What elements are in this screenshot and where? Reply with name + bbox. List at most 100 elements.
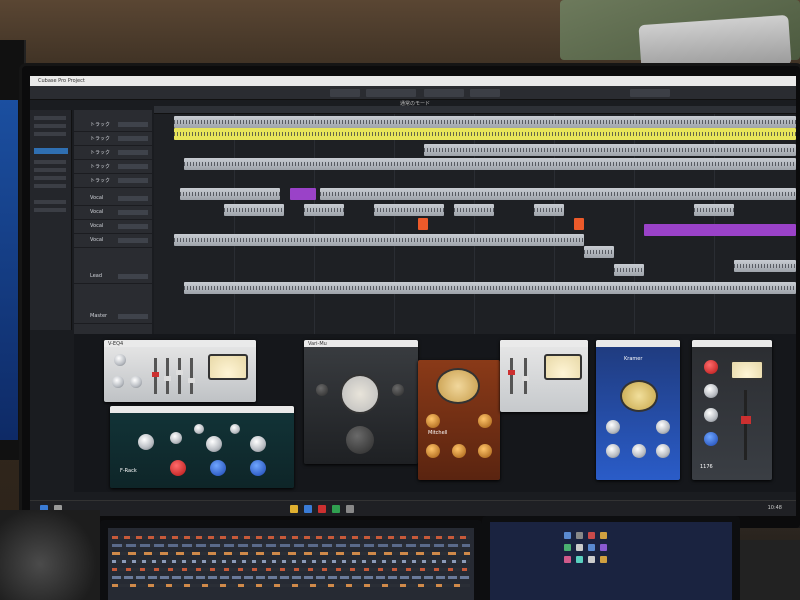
track-header[interactable]: トラック [74,174,152,188]
inspector-row[interactable] [34,160,66,164]
audio-clip[interactable] [454,204,494,216]
fader-cap[interactable] [188,378,195,383]
knob[interactable] [210,460,226,476]
knob[interactable] [704,384,718,398]
audio-clip[interactable] [614,264,644,276]
track-controls[interactable] [118,238,148,243]
plugin-window[interactable]: 1176 [692,340,772,480]
audio-clip[interactable] [320,188,796,200]
track-header[interactable]: Vocal [74,206,152,220]
track-header[interactable]: Vocal [74,220,152,234]
plugin-title-bar[interactable] [692,340,772,347]
audio-clip[interactable] [734,260,796,272]
fader-cap[interactable] [152,372,159,377]
fader[interactable] [744,390,747,460]
fader[interactable] [178,358,181,394]
knob[interactable] [250,436,266,452]
app-icon[interactable] [318,505,326,513]
toolbar-button[interactable] [630,89,670,97]
track-controls[interactable] [118,210,148,215]
knob[interactable] [392,384,404,396]
knob[interactable] [606,420,620,434]
fader-cap[interactable] [508,370,515,375]
audio-clip[interactable] [418,218,428,230]
knob[interactable] [478,414,492,428]
audio-clip[interactable] [184,158,796,170]
audio-clip[interactable] [224,204,284,216]
inspector-row[interactable] [34,176,66,180]
knob[interactable] [426,414,440,428]
app-icon[interactable] [304,505,312,513]
knob[interactable] [346,426,374,454]
knob[interactable] [656,420,670,434]
audio-clip[interactable] [290,188,316,200]
knob[interactable] [250,460,266,476]
app-icon[interactable] [564,532,571,539]
audio-clip[interactable] [180,188,280,200]
audio-clip[interactable] [534,204,564,216]
knob[interactable] [130,376,142,388]
track-header[interactable]: Lead [74,270,152,284]
track-controls[interactable] [118,164,148,169]
arrange-window[interactable] [154,114,796,340]
app-icon[interactable] [564,556,571,563]
knob[interactable] [112,376,124,388]
audio-clip[interactable] [174,128,796,140]
plugin-title-bar[interactable] [110,406,294,413]
audio-clip[interactable] [304,204,344,216]
knob[interactable] [478,444,492,458]
plugin-window[interactable]: V-EQ4 [104,340,256,402]
app-icon[interactable] [576,556,583,563]
plugin-window[interactable]: Mitchell [418,360,500,480]
app-icon[interactable] [588,532,595,539]
track-controls[interactable] [118,122,148,127]
audio-clip[interactable] [174,234,584,246]
audio-clip[interactable] [574,218,584,230]
knob[interactable] [632,444,646,458]
knob[interactable] [230,424,240,434]
knob[interactable] [704,432,718,446]
knob[interactable] [704,408,718,422]
track-header[interactable]: Vocal [74,234,152,248]
inspector-row[interactable] [34,208,66,212]
timeline-ruler[interactable] [154,106,796,114]
fader[interactable] [510,358,513,394]
app-icon[interactable] [564,544,571,551]
inspector-row[interactable] [34,200,66,204]
track-header[interactable]: トラック [74,146,152,160]
fader-cap[interactable] [176,370,183,375]
plugin-title-bar[interactable] [596,340,680,347]
app-icon[interactable] [600,544,607,551]
app-icon[interactable] [346,505,354,513]
knob[interactable] [194,424,204,434]
fader[interactable] [190,358,193,394]
inspector-row[interactable] [34,116,66,120]
app-icon[interactable] [576,532,583,539]
track-controls[interactable] [118,136,148,141]
track-controls[interactable] [118,274,148,279]
app-icon[interactable] [576,544,583,551]
knob[interactable] [606,444,620,458]
knob[interactable] [206,436,222,452]
plugin-window[interactable]: Vari-Mu [304,340,418,464]
plugin-title-bar[interactable] [500,340,588,347]
knob[interactable] [170,432,182,444]
audio-clip[interactable] [584,246,614,258]
track-header[interactable]: トラック [74,118,152,132]
track-controls[interactable] [118,178,148,183]
knob[interactable] [426,444,440,458]
knob[interactable] [114,354,126,366]
knob[interactable] [704,360,718,374]
audio-clip[interactable] [374,204,444,216]
plugin-window[interactable] [500,340,588,412]
knob[interactable] [452,444,466,458]
plugin-title-bar[interactable] [104,340,256,347]
app-icon[interactable] [588,544,595,551]
track-controls[interactable] [118,224,148,229]
audio-clip[interactable] [184,282,796,294]
track-controls[interactable] [118,196,148,201]
fader-cap[interactable] [741,416,751,424]
knob[interactable] [656,444,670,458]
inspector-row[interactable] [34,132,66,136]
toolbar-button[interactable] [470,89,500,97]
